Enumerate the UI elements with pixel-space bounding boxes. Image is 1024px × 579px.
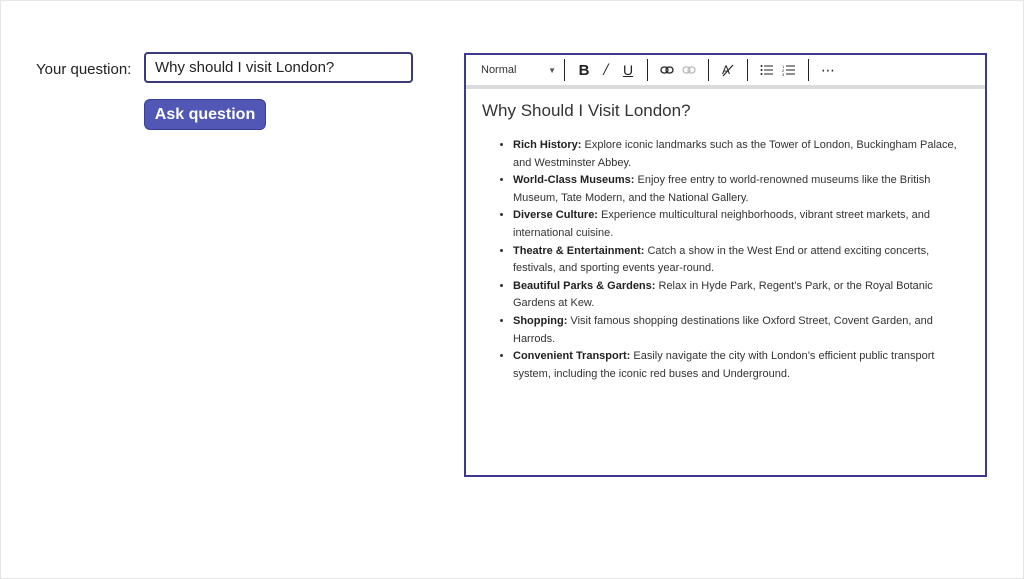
numbered-list-icon[interactable]: 123	[778, 59, 800, 81]
item-heading: Diverse Culture:	[513, 209, 598, 222]
list-item: Theatre & Entertainment: Catch a show in…	[513, 243, 967, 278]
paragraph-style-value: Normal	[481, 64, 517, 76]
list-item: Shopping: Visit famous shopping destinat…	[513, 313, 967, 348]
toolbar-divider	[708, 59, 709, 81]
ask-question-button[interactable]: Ask question	[144, 99, 266, 130]
editor-content[interactable]: Why Should I Visit London? Rich History:…	[482, 101, 967, 383]
svg-text:3: 3	[782, 72, 785, 76]
item-text: Visit famous shopping destinations like …	[513, 314, 933, 345]
italic-icon[interactable]: /	[595, 59, 617, 81]
toolbar-divider	[647, 59, 648, 81]
app-frame: Your question: Ask question Normal ▼ B /…	[0, 0, 1024, 579]
rich-text-editor[interactable]: Normal ▼ B / U A 123 ⋯ Why Should I Visi…	[464, 53, 987, 477]
item-heading: Rich History:	[513, 139, 582, 151]
list-item: Diverse Culture: Experience multicultura…	[513, 207, 967, 242]
list-item: Beautiful Parks & Gardens: Relax in Hyde…	[513, 278, 967, 313]
unlink-icon[interactable]	[678, 59, 700, 81]
document-title: Why Should I Visit London?	[482, 101, 691, 120]
item-heading: Convenient Transport:	[513, 350, 631, 363]
more-icon[interactable]: ⋯	[817, 59, 839, 81]
reasons-list: Rich History: Explore iconic landmarks s…	[482, 137, 967, 383]
paragraph-style-select[interactable]: Normal ▼	[481, 64, 556, 76]
list-item: World-Class Museums: Enjoy free entry to…	[513, 172, 967, 207]
item-heading: Theatre & Entertainment:	[513, 244, 645, 257]
item-heading: World-Class Museums:	[513, 174, 635, 187]
toolbar-divider	[747, 59, 748, 81]
list-item: Rich History: Explore iconic landmarks s…	[513, 137, 967, 172]
toolbar-divider	[808, 59, 809, 81]
bullet-list-icon[interactable]	[756, 59, 778, 81]
clear-format-icon[interactable]: A	[717, 59, 739, 81]
link-icon[interactable]	[656, 59, 678, 81]
editor-toolbar: Normal ▼ B / U A 123 ⋯	[466, 55, 985, 89]
item-heading: Beautiful Parks & Gardens:	[513, 279, 656, 292]
question-input[interactable]	[144, 52, 413, 83]
underline-icon[interactable]: U	[617, 59, 639, 81]
item-heading: Shopping:	[513, 314, 568, 327]
list-item: Convenient Transport: Easily navigate th…	[513, 348, 967, 383]
bold-icon[interactable]: B	[573, 59, 595, 81]
question-label: Your question:	[36, 61, 132, 78]
toolbar-divider	[564, 59, 565, 81]
chevron-down-icon: ▼	[548, 65, 556, 75]
